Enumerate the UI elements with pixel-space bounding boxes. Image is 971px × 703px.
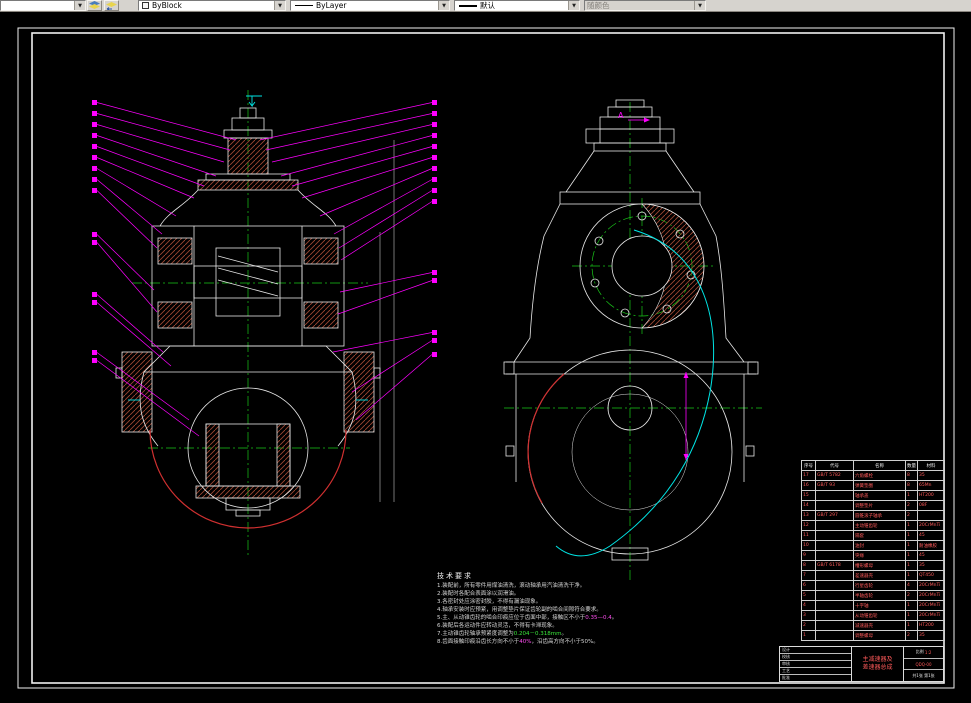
- plotstyle-dropdown-value: 随颜色: [587, 1, 610, 10]
- chevron-down-icon[interactable]: ▼: [568, 1, 579, 10]
- signature-row: 批准: [782, 675, 790, 680]
- layer-previous-icon: [106, 2, 117, 10]
- parts-list-row: 7 差速器壳 1 QT450: [801, 570, 945, 581]
- parts-list-row: 9 突缘 1 45: [801, 550, 945, 561]
- bearing-bore-circle: [611, 235, 673, 297]
- parts-list-row: 17 GB/T 5782 六角螺栓 8 35: [801, 470, 945, 481]
- right-view: A: [503, 99, 762, 582]
- chevron-down-icon[interactable]: ▼: [438, 1, 449, 10]
- color-dropdown[interactable]: ByBlock ▼: [138, 0, 286, 11]
- tech-item: 7.主动锥齿轮轴承预紧度调整为0.204－0.318mm。: [437, 631, 567, 637]
- tech-item: 5.主、从动锥齿轮的啮合印痕应位于齿面中部，接触区不小于0.35—0.4。: [437, 615, 618, 621]
- tech-item: 3.各密封处应涂密封胶，不得有漏油现象。: [437, 599, 542, 605]
- lineweight-sample-icon: [459, 4, 477, 7]
- color-swatch-icon: [142, 2, 149, 9]
- parts-list-header-cell: 数量: [905, 460, 918, 471]
- color-dropdown-value: ByBlock: [152, 1, 182, 10]
- linetype-dropdown[interactable]: ByLayer ▼: [290, 0, 450, 11]
- parts-list-row: 8 GB/T 6178 槽形螺母 1 35: [801, 560, 945, 571]
- cad-application: { "toolbar": { "layer_value": "", "color…: [0, 0, 971, 703]
- parts-list-row: 2 减速器壳 1 HT200: [801, 620, 945, 631]
- signature-row: 设计: [780, 647, 851, 654]
- tech-item: 4.轴承安装时应预紧，用调整垫片保证齿轮副的啮合间隙符合要求。: [437, 607, 602, 613]
- technical-requirements-title: 技术要求: [437, 572, 473, 580]
- title-block: 设计 校核 审核 工艺 批准 主减速器及 差速器总成 比例 1:2 QDQ-00 共1张…: [779, 646, 944, 682]
- parts-list-row: 11 隔套 1 45: [801, 530, 945, 541]
- parts-list-row: 1 调整螺母 2 35: [801, 630, 945, 641]
- parts-list-row: 6 行星齿轮 4 20CrMnTi: [801, 580, 945, 591]
- parts-list-row: 3 从动锥齿轮 1 20CrMnTi: [801, 610, 945, 621]
- layer-dropdown[interactable]: ▼: [0, 0, 86, 11]
- signature-row: 工艺: [780, 668, 851, 675]
- make-object-layer-current-button[interactable]: [87, 0, 102, 11]
- rim-red-arc: [527, 373, 565, 504]
- signature-row: 审核: [780, 661, 851, 668]
- tech-item: 6.装配后各运动件应转动灵活，不得有卡滞现象。: [437, 623, 558, 629]
- plotstyle-dropdown: 随颜色 ▼: [584, 0, 706, 11]
- left-view-section: [92, 90, 437, 558]
- tech-item: 8.齿面接触印痕沿齿长方向不小于40%，沿齿高方向不小于50%。: [437, 639, 599, 645]
- sheet-cell: 共1张 第1张: [912, 672, 935, 678]
- title-block-info: 比例 1:2 QDQ-00 共1张 第1张: [904, 647, 943, 681]
- drawing-number-cell: QDQ-00: [904, 659, 943, 671]
- lineweight-dropdown[interactable]: 默认 ▼: [454, 0, 580, 11]
- parts-list-header-cell: 材料: [917, 460, 945, 471]
- parts-list-row: 13 GB/T 297 圆锥滚子轴承 2: [801, 510, 945, 521]
- parts-list-row: 15 轴承盖 1 HT200: [801, 490, 945, 501]
- tech-item: 2.装配时各配合表面涂以润滑油。: [437, 591, 520, 597]
- parts-list-header-cell: 代号: [815, 460, 854, 471]
- lineweight-dropdown-value: 默认: [480, 1, 495, 10]
- scale-cell: 比例 1:2: [904, 647, 943, 659]
- chevron-down-icon: ▼: [694, 1, 705, 10]
- linetype-dropdown-value: ByLayer: [316, 1, 347, 10]
- parts-list-row: 5 半轴齿轮 2 20CrMnTi: [801, 590, 945, 601]
- hatched-sections: [121, 137, 375, 499]
- chevron-down-icon[interactable]: ▼: [74, 1, 85, 10]
- technical-requirements: 技术要求 1.装配前，所有零件用煤油清洗，滚动轴承用汽油清洗干净。 2.装配时各…: [437, 571, 693, 646]
- parts-list-row: 16 GB/T 93 弹簧垫圈 8 65Mn: [801, 480, 945, 491]
- section-label: A: [618, 111, 624, 120]
- linetype-sample-icon: [295, 5, 313, 6]
- chevron-down-icon[interactable]: ▼: [274, 1, 285, 10]
- layers-icon: [89, 1, 100, 9]
- properties-toolbar: ▼ ByBlock ▼ ByLayer ▼ 默认 ▼ 随颜色 ▼: [0, 0, 971, 12]
- title-block-part-name: 主减速器及 差速器总成: [852, 647, 904, 681]
- parts-list-header-cell: 序号: [801, 460, 816, 471]
- parts-list-header: 序号 代号 名称 数量 材料: [801, 460, 945, 471]
- parts-list-row: 4 十字轴 1 20CrMnTi: [801, 600, 945, 611]
- signature-row: 校核: [780, 654, 851, 661]
- housing-outline: [503, 99, 759, 561]
- layer-previous-button[interactable]: [104, 0, 119, 11]
- parts-list-row: 14 调整垫片 2 08F: [801, 500, 945, 511]
- tech-item: 1.装配前，所有零件用煤油清洗，滚动轴承用汽油清洗干净。: [437, 583, 586, 589]
- parts-list-header-cell: 名称: [853, 460, 906, 471]
- title-block-signature-rows: 设计 校核 审核 工艺 批准: [780, 647, 852, 681]
- parts-list-row: 12 主动锥齿轮 1 20CrMnTi: [801, 520, 945, 531]
- parts-list-row: 10 油封 1 耐油橡胶: [801, 540, 945, 551]
- parts-list-table: 序号 代号 名称 数量 材料 17 GB/T 5782 六角螺栓 8 35 16 GB/T 93 弹簧…: [801, 460, 945, 641]
